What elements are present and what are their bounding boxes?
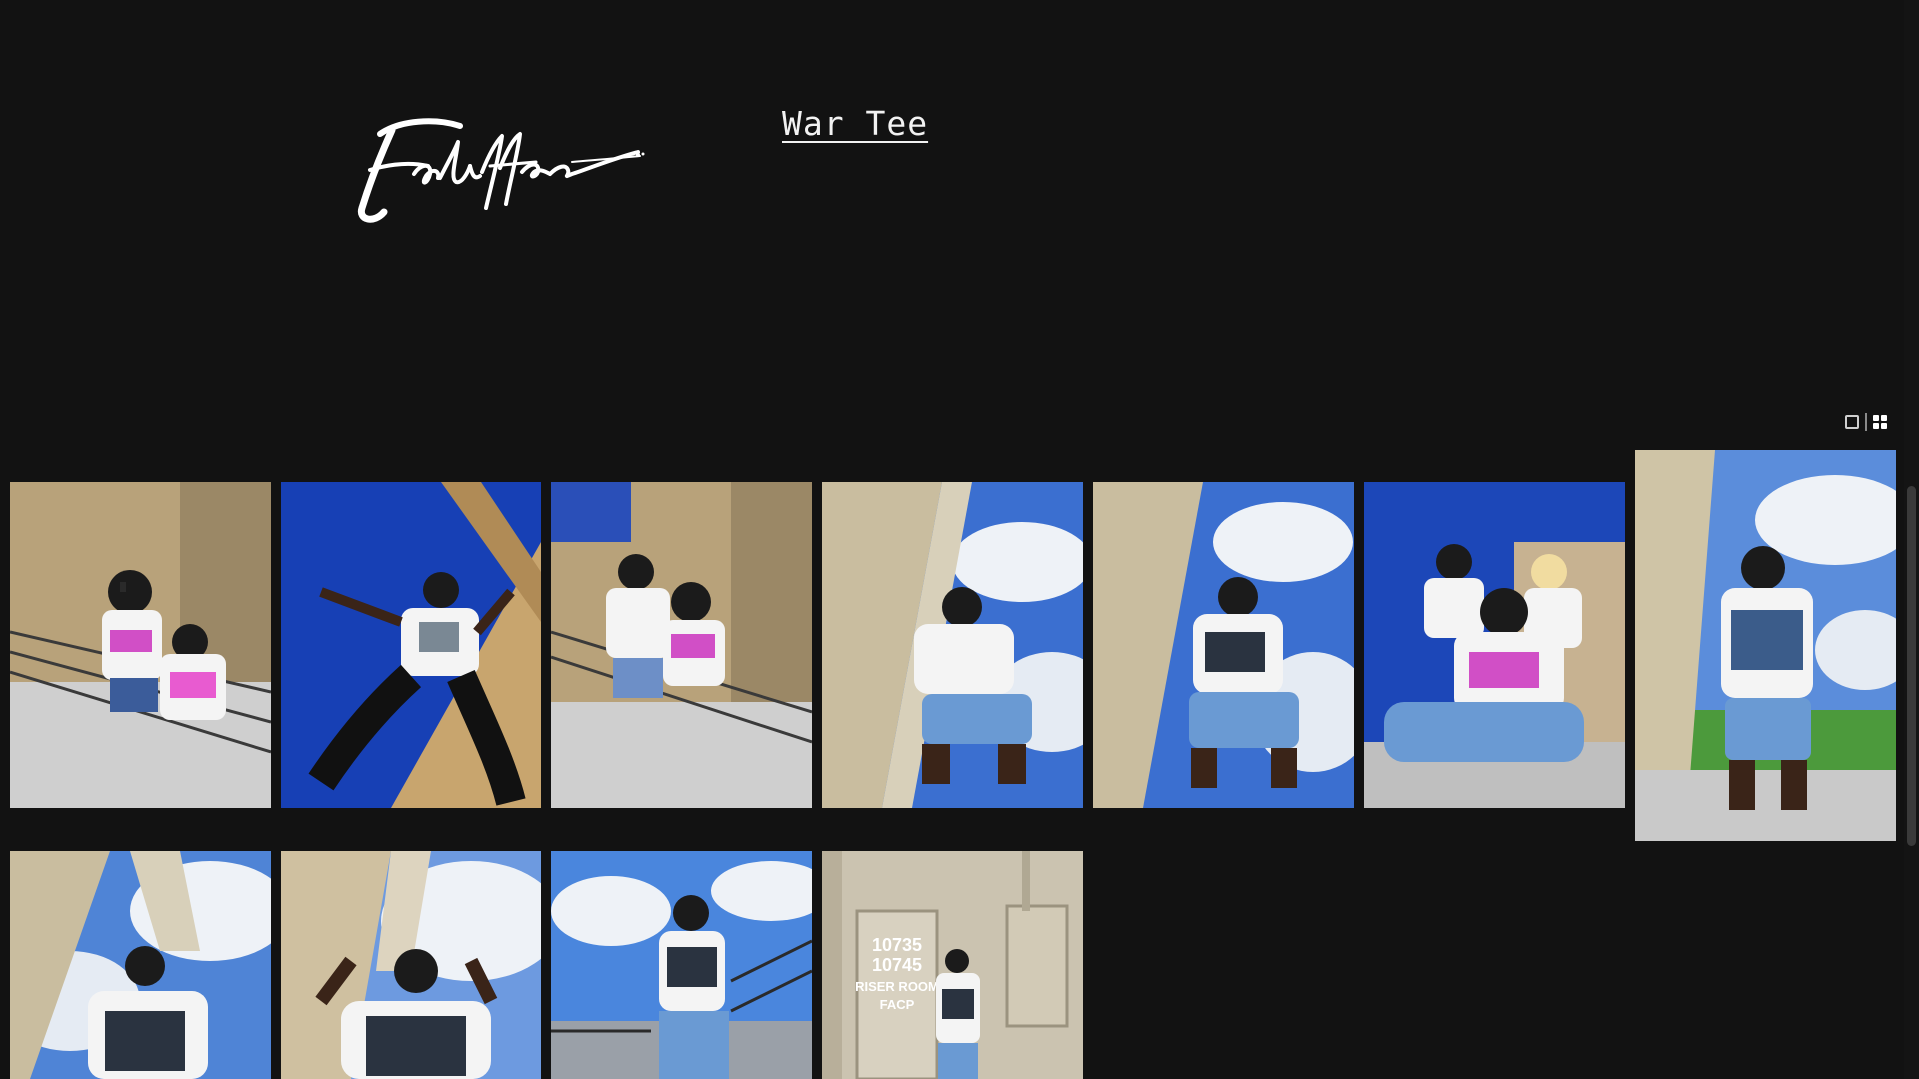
gallery-photo[interactable] bbox=[10, 482, 271, 808]
svg-text:FACP: FACP bbox=[880, 997, 915, 1012]
gallery-photo[interactable] bbox=[281, 851, 541, 1079]
photo-field-standing bbox=[1635, 450, 1896, 841]
gallery-photo[interactable]: 10735 10745 RISER ROOM FACP bbox=[822, 851, 1083, 1079]
single-view-icon[interactable] bbox=[1845, 415, 1859, 429]
gallery-photo[interactable] bbox=[10, 851, 271, 1079]
photo-group-three bbox=[1364, 482, 1625, 808]
photo-stairwell-duo-2 bbox=[551, 482, 812, 808]
gallery-photo[interactable] bbox=[1364, 482, 1625, 808]
svg-text:RISER ROOM: RISER ROOM bbox=[855, 979, 939, 994]
svg-text:10735: 10735 bbox=[872, 935, 922, 955]
signature-logo-image bbox=[357, 118, 645, 223]
gallery-photo[interactable] bbox=[822, 482, 1083, 808]
brand-logo[interactable] bbox=[340, 112, 645, 227]
photo-stairwell-duo bbox=[10, 482, 271, 808]
page: War Tee 10735 10745 RISER ROOM FACP bbox=[0, 0, 1919, 1079]
photo-crouch-clouds bbox=[822, 482, 1083, 808]
grid-view-icon[interactable] bbox=[1873, 415, 1887, 429]
gallery-photo[interactable] bbox=[1093, 482, 1354, 808]
photo-stairs-top bbox=[551, 851, 812, 1079]
gallery-photo[interactable] bbox=[551, 851, 812, 1079]
product-title-link[interactable]: War Tee bbox=[782, 104, 928, 143]
scrollbar-thumb[interactable] bbox=[1907, 486, 1916, 846]
view-toggle bbox=[1845, 413, 1887, 431]
photo-peace-sign bbox=[281, 851, 541, 1079]
photo-riser-room-door: 10735 10745 RISER ROOM FACP bbox=[822, 851, 1083, 1079]
gallery-photo[interactable] bbox=[281, 482, 541, 808]
photo-arch-clouds bbox=[10, 851, 271, 1079]
gallery-photo[interactable] bbox=[1635, 450, 1896, 841]
scrollbar-track[interactable] bbox=[1904, 0, 1919, 1079]
photo-crouch-clouds-2 bbox=[1093, 482, 1354, 808]
svg-text:10745: 10745 bbox=[872, 955, 922, 975]
photo-jump-blue-sky bbox=[281, 482, 541, 808]
toggle-divider bbox=[1865, 413, 1867, 431]
gallery-photo[interactable] bbox=[551, 482, 812, 808]
